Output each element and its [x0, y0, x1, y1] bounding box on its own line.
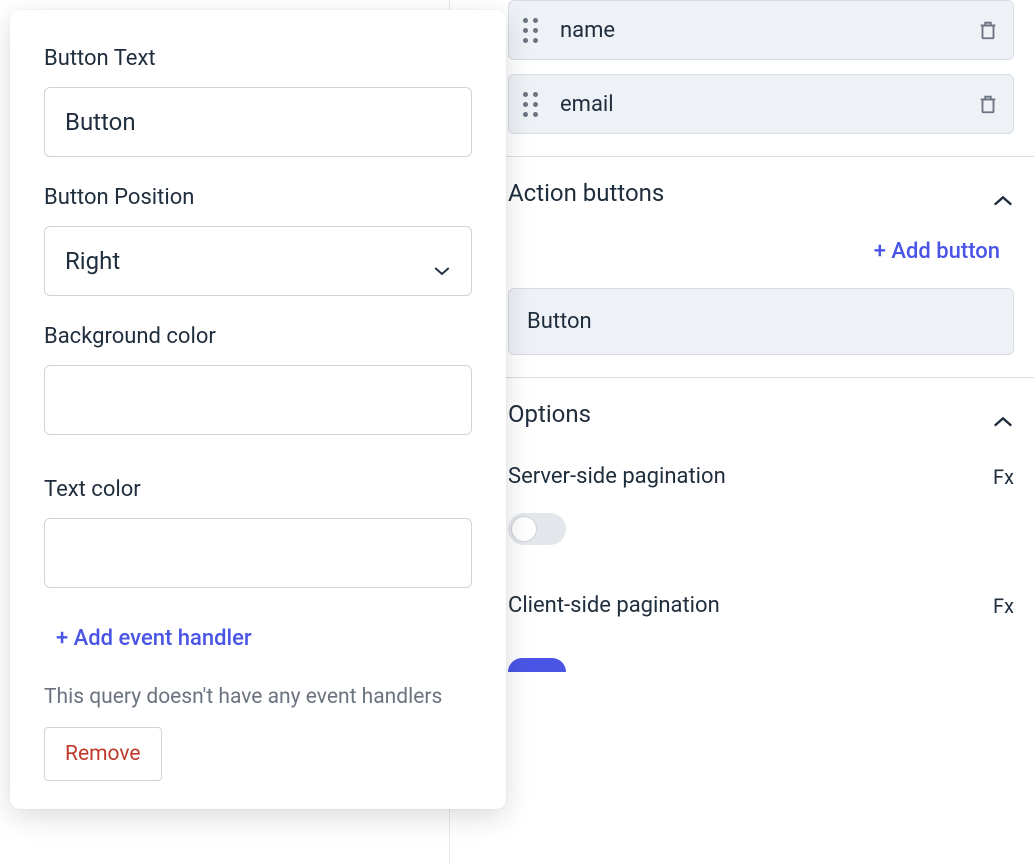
button-settings-card: Button Text Button Position Right Backgr… — [10, 10, 506, 809]
chevron-up-icon — [992, 407, 1014, 421]
action-button-row[interactable]: Button — [508, 288, 1014, 355]
column-label: name — [560, 18, 977, 43]
option-label: Client-side pagination — [508, 593, 993, 618]
inspector-panel: name email Action buttons + Add button B… — [449, 0, 1034, 864]
column-label: email — [560, 92, 977, 117]
text-color-label: Text color — [44, 477, 472, 502]
fx-button[interactable]: Fx — [993, 465, 1014, 489]
trash-icon[interactable] — [977, 18, 999, 42]
chevron-up-icon — [992, 186, 1014, 200]
text-color-input[interactable] — [44, 518, 472, 588]
column-row[interactable]: name — [508, 0, 1014, 60]
client-side-pagination-toggle[interactable] — [508, 658, 566, 672]
drag-handle-icon[interactable] — [523, 92, 538, 117]
add-button-link[interactable]: + Add button — [450, 229, 1034, 288]
button-position-label: Button Position — [44, 185, 472, 210]
no-handlers-message: This query doesn't have any event handle… — [44, 685, 472, 709]
button-text-label: Button Text — [44, 46, 472, 71]
option-label: Server-side pagination — [508, 464, 993, 489]
add-event-handler-link[interactable]: + Add event handler — [44, 616, 472, 685]
server-side-pagination-toggle[interactable] — [508, 513, 566, 545]
background-color-label: Background color — [44, 324, 472, 349]
remove-button[interactable]: Remove — [44, 727, 162, 781]
select-value: Right — [65, 247, 120, 275]
option-client-side-pagination: Client-side pagination Fx — [450, 579, 1034, 632]
toggle-knob — [511, 516, 537, 542]
drag-handle-icon[interactable] — [523, 18, 538, 43]
option-server-side-pagination: Server-side pagination Fx — [450, 450, 1034, 503]
button-text-input[interactable] — [44, 87, 472, 157]
trash-icon[interactable] — [977, 92, 999, 116]
button-position-select[interactable]: Right — [44, 226, 472, 296]
section-title: Options — [508, 400, 992, 428]
section-action-buttons[interactable]: Action buttons — [450, 157, 1034, 229]
section-title: Action buttons — [508, 179, 992, 207]
chevron-down-icon — [433, 255, 451, 267]
section-options[interactable]: Options — [450, 378, 1034, 450]
column-row[interactable]: email — [508, 74, 1014, 134]
background-color-input[interactable] — [44, 365, 472, 435]
fx-button[interactable]: Fx — [993, 594, 1014, 618]
